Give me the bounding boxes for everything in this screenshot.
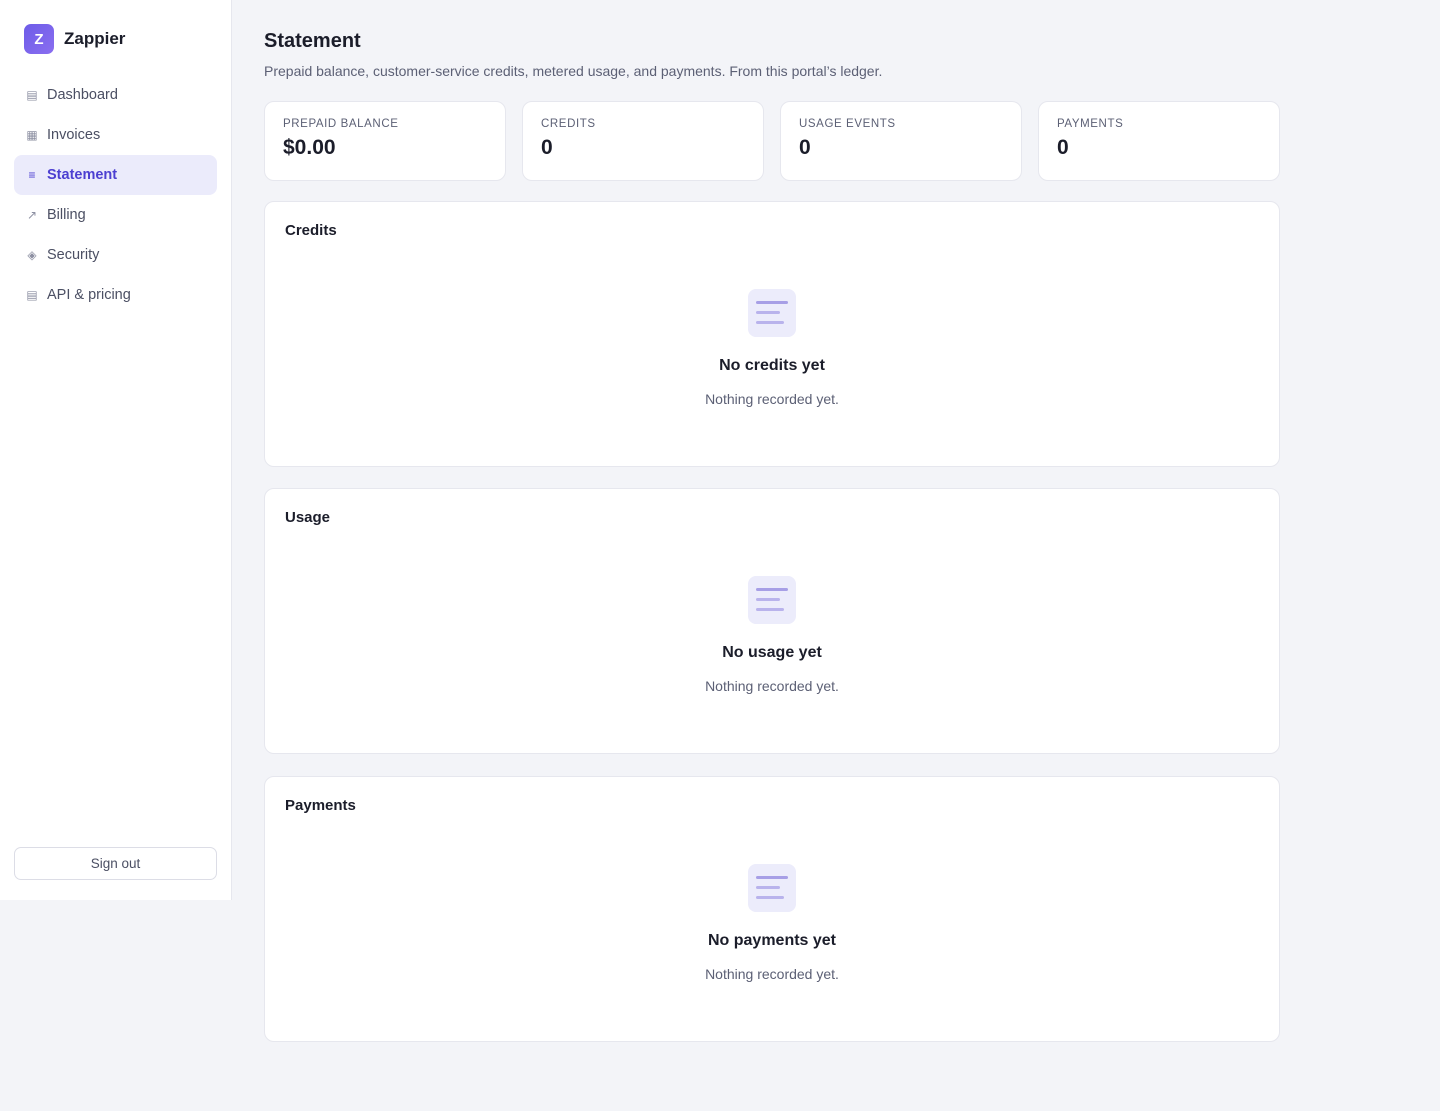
stat-label: USAGE EVENTS [799,118,896,130]
brand-logo: Z [24,24,54,54]
empty-state: No payments yet Nothing recorded yet. [265,864,1279,982]
trend-arrow-icon: ↗ [26,208,38,222]
section-title: Credits [285,222,337,239]
sidebar-item-label: Invoices [47,127,101,143]
sidebar-item-label: Statement [47,167,118,183]
sidebar-item-label: Billing [47,207,86,223]
stat-label: PREPAID BALANCE [283,118,399,130]
stat-card-usage-events: USAGE EVENTS 0 [780,101,1022,181]
brand-name: Zappier [64,29,126,48]
stat-value: 0 [799,136,811,159]
empty-state-title: No payments yet [707,932,837,949]
stat-label: PAYMENTS [1057,118,1124,130]
stats-row: PREPAID BALANCE $0.00 CREDITS 0 USAGE EV… [264,101,1280,181]
sidebar-nav: ▤ Dashboard ▦ Invoices ≡ Statement ↗ Bil… [14,75,217,315]
sidebar-item-billing[interactable]: ↗ Billing [14,195,217,235]
section-title: Payments [285,797,356,814]
empty-state-text: Nothing recorded yet. [705,391,839,407]
sidebar-item-label: API & pricing [47,287,131,303]
diamond-icon: ◈ [27,248,37,262]
grid-icon: ▦ [26,128,38,142]
sign-out-button[interactable]: Sign out [14,847,217,880]
page-subtitle: Prepaid balance, customer-service credit… [264,63,883,79]
empty-state-text: Nothing recorded yet. [705,966,839,982]
empty-state: No usage yet Nothing recorded yet. [265,576,1279,694]
stat-value: 0 [1057,136,1069,159]
stat-card-payments: PAYMENTS 0 [1038,101,1280,181]
document-lines-icon [748,864,796,912]
sidebar: Z Zappier ▤ Dashboard ▦ Invoices ≡ State… [0,0,232,900]
sidebar-item-statement[interactable]: ≡ Statement [14,155,217,195]
stat-value: 0 [541,136,553,159]
empty-state-text: Nothing recorded yet. [705,678,839,694]
sidebar-item-label: Security [47,247,100,263]
table-icon: ▤ [26,88,38,102]
list-icon: ≡ [28,168,36,182]
document-lines-icon [748,289,796,337]
empty-state-title: No credits yet [719,357,825,374]
brand[interactable]: Z Zappier [24,24,125,54]
table-icon: ▤ [26,288,38,302]
sidebar-item-invoices[interactable]: ▦ Invoices [14,115,217,155]
stat-card-prepaid-balance: PREPAID BALANCE $0.00 [264,101,506,181]
sidebar-item-api-pricing[interactable]: ▤ API & pricing [14,275,217,315]
section-title: Usage [285,509,331,526]
page-title: Statement [264,30,361,52]
stat-card-credits: CREDITS 0 [522,101,764,181]
payments-section: Payments No payments yet Nothing recorde… [264,776,1280,1042]
credits-section: Credits No credits yet Nothing recorded … [264,201,1280,467]
sidebar-item-dashboard[interactable]: ▤ Dashboard [14,75,217,115]
stat-value: $0.00 [283,136,336,159]
empty-state-title: No usage yet [722,644,822,661]
usage-section: Usage No usage yet Nothing recorded yet. [264,488,1280,754]
document-lines-icon [748,576,796,624]
empty-state: No credits yet Nothing recorded yet. [265,289,1279,407]
sidebar-item-label: Dashboard [47,87,118,103]
sidebar-item-security[interactable]: ◈ Security [14,235,217,275]
stat-label: CREDITS [541,118,596,130]
